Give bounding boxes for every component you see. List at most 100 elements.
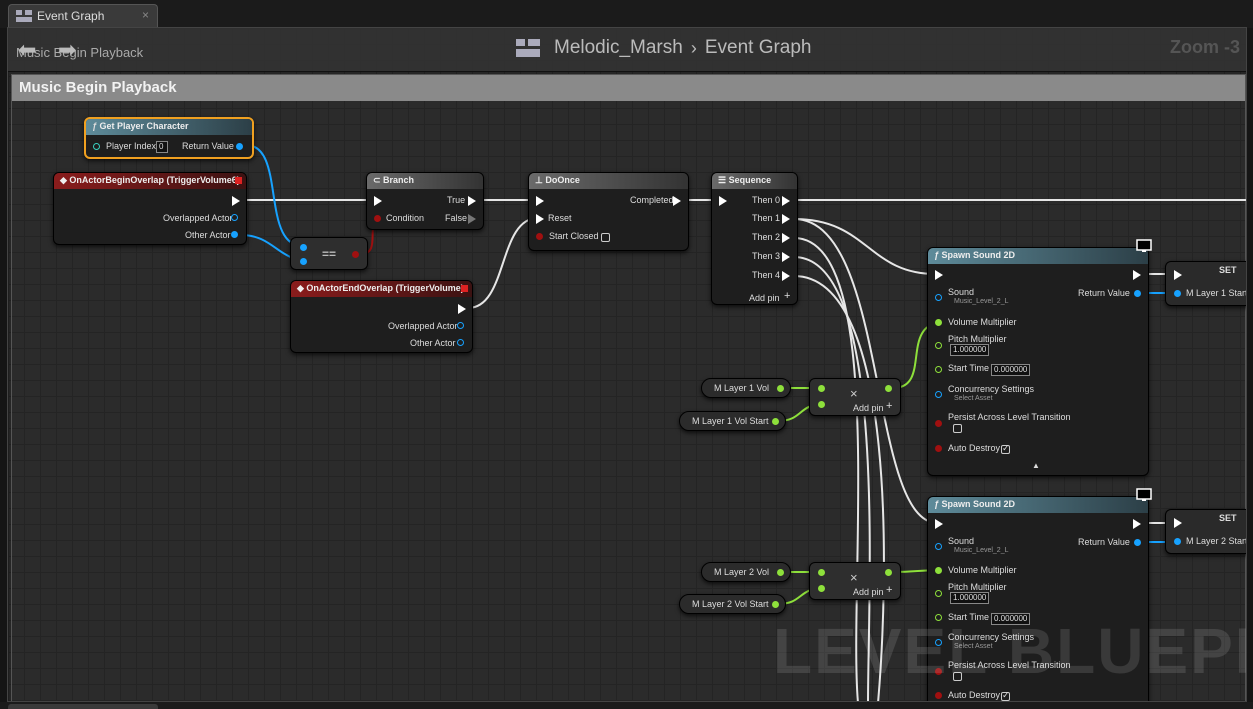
start-closed-checkbox[interactable] [601, 233, 610, 242]
node-set-layer2[interactable]: SET M Layer 2 Start [1165, 509, 1246, 554]
pin-return-value-icon[interactable] [236, 143, 243, 150]
pin-a-icon[interactable] [300, 244, 307, 251]
auto-destroy-checkbox[interactable]: ✓ [1001, 690, 1010, 701]
exec-then3-icon[interactable] [782, 252, 790, 262]
pin-other-actor-icon[interactable] [457, 339, 464, 346]
plus-icon[interactable]: + [886, 400, 892, 412]
concurrency-asset-picker[interactable]: Select Asset [954, 395, 993, 402]
node-spawn-sound-2d-1[interactable]: ƒ Spawn Sound 2D Sound Music_Level_2_L R… [927, 247, 1149, 476]
exec-reset-icon[interactable] [536, 214, 544, 224]
node-branch[interactable]: ⊂ Branch True Condition False [366, 172, 484, 230]
player-index-field[interactable]: 0 [156, 141, 168, 153]
pin-result-icon[interactable] [885, 385, 892, 392]
node-get-player-character[interactable]: ƒ Get Player Character Player Index 0 Re… [84, 117, 254, 159]
add-pin-button[interactable]: Add pin [853, 403, 884, 413]
pin-a-icon[interactable] [818, 569, 825, 576]
pin-overlapped-actor-icon[interactable] [457, 322, 464, 329]
pin-sound-icon[interactable] [935, 543, 942, 550]
back-arrow-icon[interactable]: ⬅ [18, 37, 36, 63]
var-label: M Layer 1 Vol [714, 383, 770, 393]
exec-then0-icon[interactable] [782, 196, 790, 206]
sound-asset-picker[interactable]: Music_Level_2_L [954, 547, 1008, 554]
node-multiply-2[interactable]: × Add pin + [809, 562, 901, 600]
var-m-layer-2-vol-start[interactable]: M Layer 2 Vol Start [679, 594, 786, 614]
plus-icon[interactable]: + [886, 584, 892, 596]
exec-then4-icon[interactable] [782, 271, 790, 281]
exec-then1-icon[interactable] [782, 214, 790, 224]
pin-other-actor-icon[interactable] [231, 231, 238, 238]
blueprint-name[interactable]: Melodic_Marsh [554, 37, 683, 59]
pin-player-index-icon[interactable] [93, 143, 100, 150]
exec-in-icon[interactable] [374, 196, 382, 206]
pin-b-icon[interactable] [818, 585, 825, 592]
add-pin-button[interactable]: Add pin [853, 587, 884, 597]
pin-a-icon[interactable] [818, 385, 825, 392]
close-icon[interactable]: × [142, 8, 149, 22]
pin-result-icon[interactable] [352, 251, 359, 258]
pin-sound-icon[interactable] [935, 294, 942, 301]
start-time-field[interactable]: 0.000000 [991, 364, 1031, 376]
pin-start-time-icon[interactable] [935, 366, 942, 373]
pin-concurrency-icon[interactable] [935, 391, 942, 398]
exec-in-icon[interactable] [536, 196, 544, 206]
node-multiply-1[interactable]: × Add pin + [809, 378, 901, 416]
sound-asset-picker[interactable]: Music_Level_2_L [954, 298, 1008, 305]
pin-overlapped-actor-icon[interactable] [231, 214, 238, 221]
node-sequence[interactable]: ☰ Sequence Then 0 Then 1 Then 2 Then 3 T… [711, 172, 798, 305]
exec-in-icon[interactable] [1174, 518, 1182, 528]
var-pin-icon[interactable] [772, 418, 779, 425]
pin-b-icon[interactable] [300, 258, 307, 265]
exec-in-icon[interactable] [935, 519, 943, 529]
pin-auto-destroy-icon[interactable] [935, 692, 942, 699]
exec-out-icon[interactable] [1133, 270, 1141, 280]
plus-icon[interactable]: + [784, 290, 790, 302]
pin-volume-icon[interactable] [935, 567, 942, 574]
tab-event-graph[interactable]: Event Graph × [8, 4, 158, 27]
exec-false-icon[interactable] [468, 214, 476, 224]
node-set-layer1[interactable]: SET M Layer 1 Start [1165, 261, 1246, 306]
bottom-bar [0, 702, 1253, 709]
pin-b-icon[interactable] [818, 401, 825, 408]
auto-destroy-checkbox[interactable]: ✓ [1001, 443, 1010, 454]
exec-in-icon[interactable] [719, 196, 727, 206]
pin-true: True [447, 195, 466, 205]
forward-arrow-icon[interactable]: ➡ [58, 37, 76, 63]
exec-true-icon[interactable] [468, 196, 476, 206]
add-pin-button[interactable]: Add pin [749, 293, 780, 303]
exec-out-icon[interactable] [232, 196, 240, 206]
var-m-layer-2-vol[interactable]: M Layer 2 Vol [701, 562, 791, 582]
var-pin-icon[interactable] [772, 601, 779, 608]
persist-checkbox[interactable] [953, 424, 962, 433]
node-on-actor-end-overlap[interactable]: ◆ OnActorEndOverlap (TriggerVolume) Over… [290, 280, 473, 353]
exec-in-icon[interactable] [935, 270, 943, 280]
bottom-tab[interactable] [8, 704, 158, 709]
node-equals[interactable]: == [290, 237, 368, 270]
pin-auto-destroy-icon[interactable] [935, 445, 942, 452]
exec-in-icon[interactable] [1174, 270, 1182, 280]
pitch-field[interactable]: 1.000000 [950, 592, 990, 604]
pin-persist-icon[interactable] [935, 420, 942, 427]
pin-pitch-icon[interactable] [935, 590, 942, 597]
pin-var-icon[interactable] [1174, 290, 1181, 297]
var-m-layer-1-vol[interactable]: M Layer 1 Vol [701, 378, 791, 398]
var-m-layer-1-vol-start[interactable]: M Layer 1 Vol Start [679, 411, 786, 431]
pin-volume-icon[interactable] [935, 319, 942, 326]
pin-pitch-icon[interactable] [935, 342, 942, 349]
pin-condition-icon[interactable] [374, 215, 381, 222]
var-pin-icon[interactable] [777, 569, 784, 576]
pin-var-icon[interactable] [1174, 538, 1181, 545]
var-pin-icon[interactable] [777, 385, 784, 392]
exec-out-icon[interactable] [1133, 519, 1141, 529]
exec-then2-icon[interactable] [782, 233, 790, 243]
pin-return-value-icon[interactable] [1134, 539, 1141, 546]
node-do-once[interactable]: ⊥ DoOnce Completed Reset Start Closed [528, 172, 689, 251]
exec-out-icon[interactable] [458, 304, 466, 314]
exec-completed-icon[interactable] [673, 196, 681, 206]
node-on-actor-begin-overlap[interactable]: ◆ OnActorBeginOverlap (TriggerVolume6) O… [53, 172, 247, 245]
pin-result-icon[interactable] [885, 569, 892, 576]
pitch-field[interactable]: 1.000000 [950, 344, 990, 356]
collapse-arrow-icon[interactable]: ▲ [1032, 461, 1040, 470]
graph-canvas[interactable]: Music Begin Playback ƒ Get Player Charac… [7, 27, 1247, 702]
pin-return-value-icon[interactable] [1134, 290, 1141, 297]
pin-start-closed-icon[interactable] [536, 233, 543, 240]
